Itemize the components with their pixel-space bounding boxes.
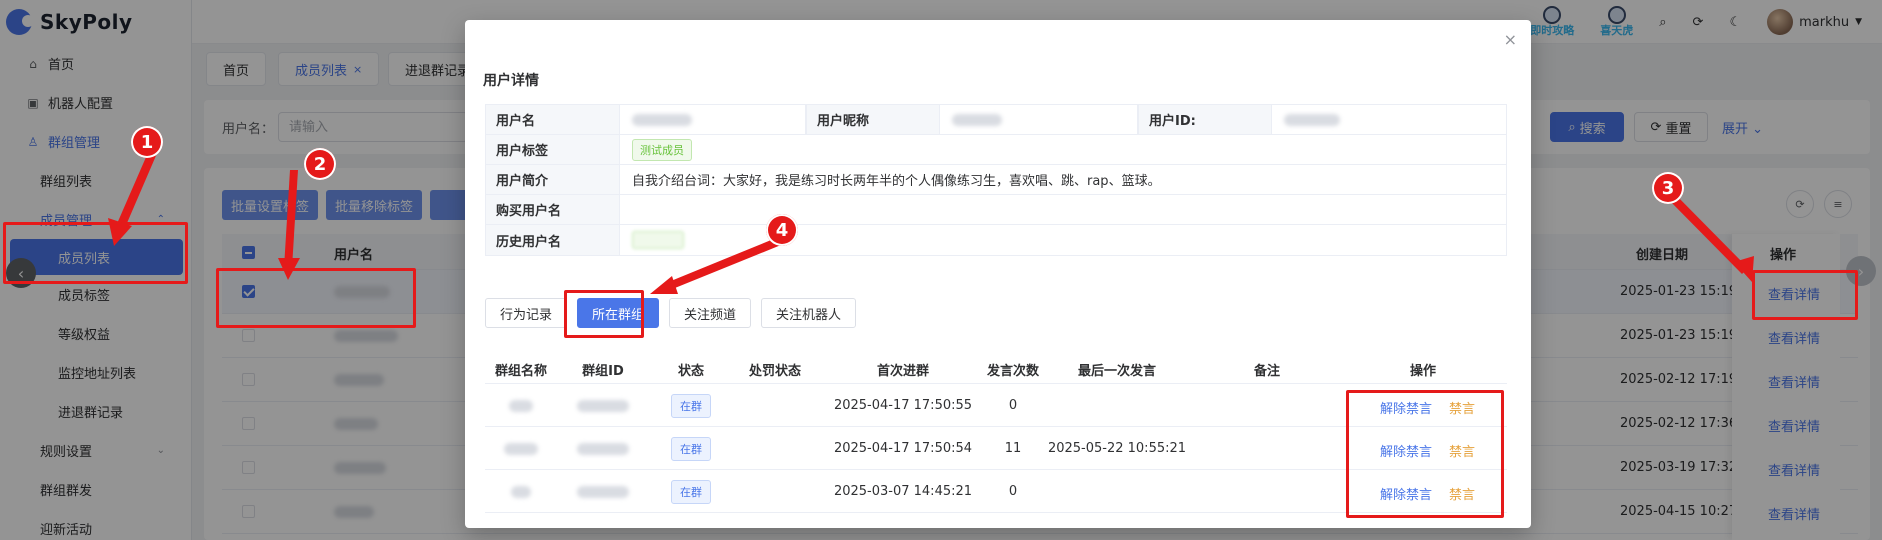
- group-name-cell: [511, 486, 531, 502]
- column-header-status: 状态: [677, 364, 705, 379]
- message-count-cell: 0: [1008, 484, 1018, 499]
- highlight-member-list-menu: [3, 222, 188, 284]
- bought-username-value: [620, 195, 1506, 224]
- highlight-selected-row: [216, 268, 416, 328]
- userid-value: [1272, 105, 1506, 134]
- desc-row: 用户简介 自我介绍台词：大家好，我是练习时长两年半的个人偶像练习生，喜欢唱、跳、…: [486, 165, 1506, 195]
- desc-row: 购买用户名: [486, 195, 1506, 225]
- group-id-cell: [577, 486, 629, 502]
- history-username-value: [620, 225, 1506, 255]
- highlight-group-operations: [1346, 390, 1504, 518]
- group-name-cell: [509, 400, 533, 416]
- user-info-descriptions: 用户名 用户昵称 用户ID: 用户标签 测试成员 用户简介 自我介绍台词：大家好…: [485, 104, 1507, 256]
- group-name-cell: [504, 443, 538, 459]
- column-header-group-name: 群组名称: [494, 364, 548, 379]
- group-id-cell: [577, 400, 629, 416]
- highlight-joined-groups-tab: [564, 290, 644, 338]
- nickname-label: 用户昵称: [806, 105, 940, 134]
- desc-row: 用户名 用户昵称 用户ID:: [486, 105, 1506, 135]
- message-count-cell: 11: [1004, 441, 1022, 456]
- group-id-cell: [577, 443, 629, 459]
- status-badge: 在群: [671, 480, 711, 504]
- status-badge: 在群: [671, 394, 711, 418]
- highlight-view-detail: [1752, 270, 1858, 320]
- annotation-badge-3: 3: [1652, 172, 1684, 204]
- column-header-first-join: 首次进群: [876, 364, 930, 379]
- bought-username-label: 购买用户名: [486, 195, 620, 224]
- column-header-message-count: 发言次数: [986, 364, 1040, 379]
- nickname-value: [940, 105, 1138, 134]
- last-message-cell: 2025-05-22 10:55:21: [1047, 441, 1187, 456]
- user-tag: 测试成员: [632, 138, 692, 161]
- annotation-badge-1: 1: [131, 126, 163, 158]
- tab-followed-bots[interactable]: 关注机器人: [761, 298, 857, 328]
- desc-row: 历史用户名: [486, 225, 1506, 255]
- desc-row: 用户标签 测试成员: [486, 135, 1506, 165]
- annotation-badge-4: 4: [766, 214, 798, 246]
- user-bio-label: 用户简介: [486, 165, 620, 194]
- userid-label: 用户ID:: [1138, 105, 1272, 134]
- history-username-label: 历史用户名: [486, 225, 620, 255]
- user-tag-label: 用户标签: [486, 135, 620, 164]
- tab-behavior-records[interactable]: 行为记录: [485, 298, 568, 328]
- tab-followed-channels[interactable]: 关注频道: [669, 298, 752, 328]
- close-icon[interactable]: ×: [1504, 30, 1517, 49]
- groups-table-header: 群组名称 群组ID 状态 处罚状态 首次进群 发言次数 最后一次发言 备注 操作: [485, 350, 1507, 384]
- username-label: 用户名: [486, 105, 620, 134]
- column-header-group-id: 群组ID: [582, 364, 624, 379]
- column-header-group-operation: 操作: [1409, 364, 1437, 379]
- detail-tabs: 行为记录 所在群组 关注频道 关注机器人: [485, 298, 857, 328]
- first-join-cell: 2025-03-07 14:45:21: [833, 484, 973, 499]
- column-header-penalty-status: 处罚状态: [748, 364, 802, 379]
- username-value: [620, 105, 806, 134]
- first-join-cell: 2025-04-17 17:50:55: [833, 398, 973, 413]
- column-header-remark: 备注: [1253, 364, 1281, 379]
- message-count-cell: 0: [1008, 398, 1018, 413]
- user-tag-value: 测试成员: [620, 135, 1506, 164]
- history-username-tag: [632, 231, 684, 249]
- user-bio-value: 自我介绍台词：大家好，我是练习时长两年半的个人偶像练习生，喜欢唱、跳、rap、篮…: [632, 174, 1161, 189]
- dialog-title: 用户详情: [483, 73, 539, 89]
- annotation-badge-2: 2: [304, 148, 336, 180]
- status-badge: 在群: [671, 437, 711, 461]
- first-join-cell: 2025-04-17 17:50:54: [833, 441, 973, 456]
- column-header-last-message: 最后一次发言: [1077, 364, 1157, 379]
